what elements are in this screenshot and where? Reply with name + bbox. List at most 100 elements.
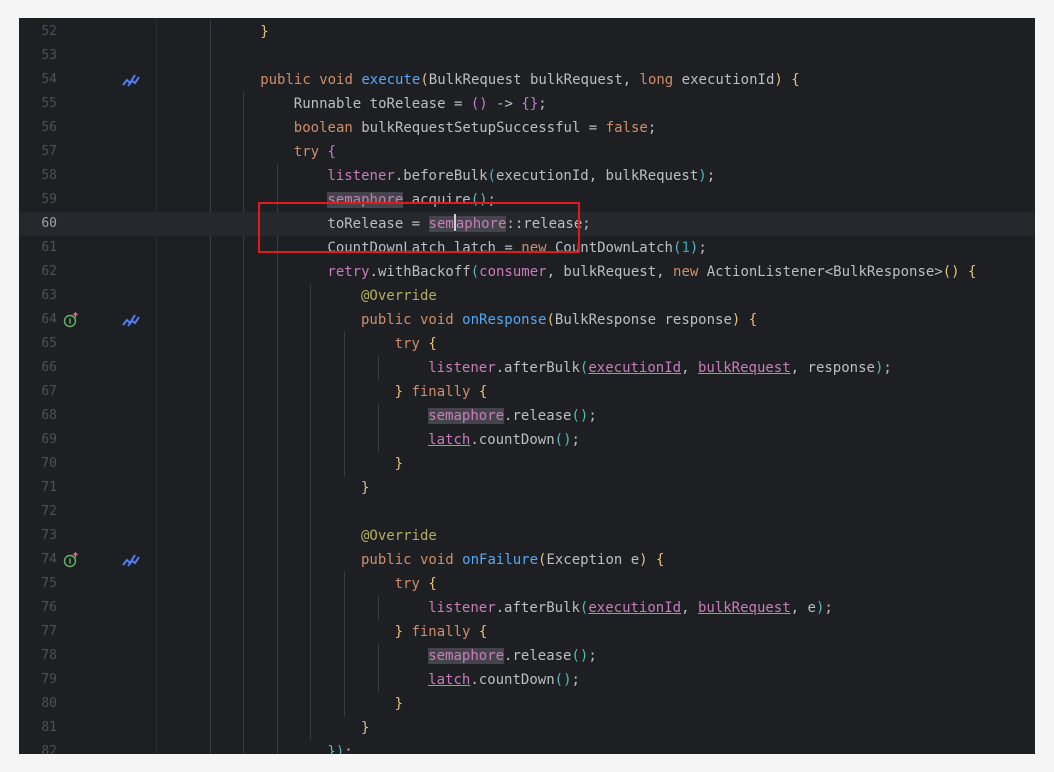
line-number[interactable]: 61 — [19, 236, 57, 260]
code-line[interactable]: 79 latch.countDown(); — [19, 668, 1035, 692]
code-line[interactable]: 66 listener.afterBulk(executionId, bulkRe… — [19, 356, 1035, 380]
line-number[interactable]: 74 — [19, 548, 57, 572]
code-line[interactable]: 67 } finally { — [19, 380, 1035, 404]
code-token: public void — [361, 312, 463, 328]
code-line[interactable]: 82}); — [19, 740, 1035, 754]
line-number[interactable]: 73 — [19, 524, 57, 548]
line-number[interactable]: 77 — [19, 620, 57, 644]
code-line[interactable]: 69 latch.countDown(); — [19, 428, 1035, 452]
line-number[interactable]: 56 — [19, 116, 57, 140]
code-text[interactable]: latch.countDown(); — [428, 428, 580, 452]
line-number[interactable]: 78 — [19, 644, 57, 668]
line-number[interactable]: 72 — [19, 500, 57, 524]
line-number[interactable]: 66 — [19, 356, 57, 380]
code-line[interactable]: 62 retry.withBackoff(consumer, bulkReques… — [19, 260, 1035, 284]
code-line[interactable]: 64 public void onResponse(BulkResponse re… — [19, 308, 1035, 332]
code-line[interactable]: 70} — [19, 452, 1035, 476]
line-number[interactable]: 80 — [19, 692, 57, 716]
code-text[interactable]: public void onResponse(BulkResponse resp… — [361, 308, 757, 332]
code-text[interactable]: semaphore.release(); — [428, 404, 597, 428]
line-number[interactable]: 70 — [19, 452, 57, 476]
code-author-icon[interactable] — [122, 72, 140, 88]
code-line[interactable]: 72 — [19, 500, 1035, 524]
line-number[interactable]: 53 — [19, 44, 57, 68]
code-text[interactable]: @Override — [361, 284, 437, 308]
code-line[interactable]: 65 try { — [19, 332, 1035, 356]
code-line[interactable]: 78 semaphore.release(); — [19, 644, 1035, 668]
code-line[interactable]: 75 try { — [19, 572, 1035, 596]
code-line[interactable]: 56 boolean bulkRequestSetupSuccessful = f… — [19, 116, 1035, 140]
line-number[interactable]: 54 — [19, 68, 57, 92]
code-line[interactable]: 58 listener.beforeBulk(executionId, bulkR… — [19, 164, 1035, 188]
line-number[interactable]: 76 — [19, 596, 57, 620]
line-number[interactable]: 79 — [19, 668, 57, 692]
code-line[interactable]: 76 listener.afterBulk(executionId, bulkRe… — [19, 596, 1035, 620]
code-line[interactable]: 55 Runnable toRelease = () -> {}; — [19, 92, 1035, 116]
code-text[interactable]: listener.afterBulk(executionId, bulkRequ… — [428, 356, 892, 380]
code-text[interactable]: } — [361, 476, 369, 500]
code-text[interactable]: }); — [327, 740, 352, 754]
code-line[interactable]: 81} — [19, 716, 1035, 740]
line-number[interactable]: 82 — [19, 740, 57, 754]
code-text[interactable]: latch.countDown(); — [428, 668, 580, 692]
code-line[interactable]: 53 — [19, 44, 1035, 68]
line-number[interactable]: 62 — [19, 260, 57, 284]
code-text[interactable]: try { — [294, 140, 336, 164]
line-number[interactable]: 55 — [19, 92, 57, 116]
implements-override-icon[interactable] — [63, 552, 79, 568]
code-line[interactable]: 63 @Override — [19, 284, 1035, 308]
code-text[interactable]: } — [361, 716, 369, 740]
code-token: ; — [538, 96, 547, 112]
code-token: () — [571, 408, 589, 424]
code-text[interactable]: listener.beforeBulk(executionId, bulkReq… — [327, 164, 715, 188]
implements-override-icon[interactable] — [63, 312, 79, 328]
code-text[interactable]: } finally { — [395, 620, 488, 644]
code-text[interactable]: retry.withBackoff(consumer, bulkRequest,… — [327, 260, 976, 284]
code-text[interactable]: @Override — [361, 524, 437, 548]
code-token: latch — [428, 432, 471, 448]
code-text[interactable]: } — [260, 20, 268, 44]
code-text[interactable]: Runnable toRelease = () -> {}; — [294, 92, 547, 116]
line-number[interactable]: 69 — [19, 428, 57, 452]
code-line[interactable]: 77 } finally { — [19, 620, 1035, 644]
code-line[interactable]: 54 public void execute(BulkRequest bulkRe… — [19, 68, 1035, 92]
code-text[interactable]: try { — [395, 332, 437, 356]
line-number[interactable]: 71 — [19, 476, 57, 500]
code-text[interactable]: public void onFailure(Exception e) { — [361, 548, 664, 572]
line-number[interactable]: 52 — [19, 20, 57, 44]
line-number[interactable]: 57 — [19, 140, 57, 164]
code-line[interactable]: 57 try { — [19, 140, 1035, 164]
code-line[interactable]: 74 public void onFailure(Exception e) { — [19, 548, 1035, 572]
code-token: } — [394, 696, 404, 712]
code-token: ; — [698, 240, 707, 256]
code-editor[interactable]: 52} 53 54 public void execute(BulkRequest b… — [19, 18, 1035, 754]
code-line[interactable]: 73 @Override — [19, 524, 1035, 548]
code-text[interactable]: public void execute(BulkRequest bulkRequ… — [260, 68, 800, 92]
line-number[interactable]: 60 — [19, 212, 57, 236]
code-token: { — [791, 72, 800, 88]
line-number[interactable]: 75 — [19, 572, 57, 596]
line-number[interactable]: 65 — [19, 332, 57, 356]
code-token: .afterBulk — [495, 360, 580, 376]
code-token: { — [478, 624, 488, 640]
line-number[interactable]: 63 — [19, 284, 57, 308]
line-number[interactable]: 67 — [19, 380, 57, 404]
code-text[interactable]: semaphore.release(); — [428, 644, 597, 668]
code-line[interactable]: 71} — [19, 476, 1035, 500]
code-line[interactable]: 52} — [19, 20, 1035, 44]
code-text[interactable]: } finally { — [395, 380, 488, 404]
line-number[interactable]: 59 — [19, 188, 57, 212]
code-text[interactable]: boolean bulkRequestSetupSuccessful = fal… — [294, 116, 656, 140]
code-line[interactable]: 80} — [19, 692, 1035, 716]
code-author-icon[interactable] — [122, 312, 140, 328]
line-number[interactable]: 64 — [19, 308, 57, 332]
line-number[interactable]: 81 — [19, 716, 57, 740]
code-text[interactable]: } — [395, 452, 403, 476]
code-author-icon[interactable] — [122, 552, 140, 568]
code-text[interactable]: } — [395, 692, 403, 716]
code-line[interactable]: 68 semaphore.release(); — [19, 404, 1035, 428]
line-number[interactable]: 68 — [19, 404, 57, 428]
line-number[interactable]: 58 — [19, 164, 57, 188]
code-text[interactable]: try { — [395, 572, 437, 596]
code-text[interactable]: listener.afterBulk(executionId, bulkRequ… — [428, 596, 833, 620]
